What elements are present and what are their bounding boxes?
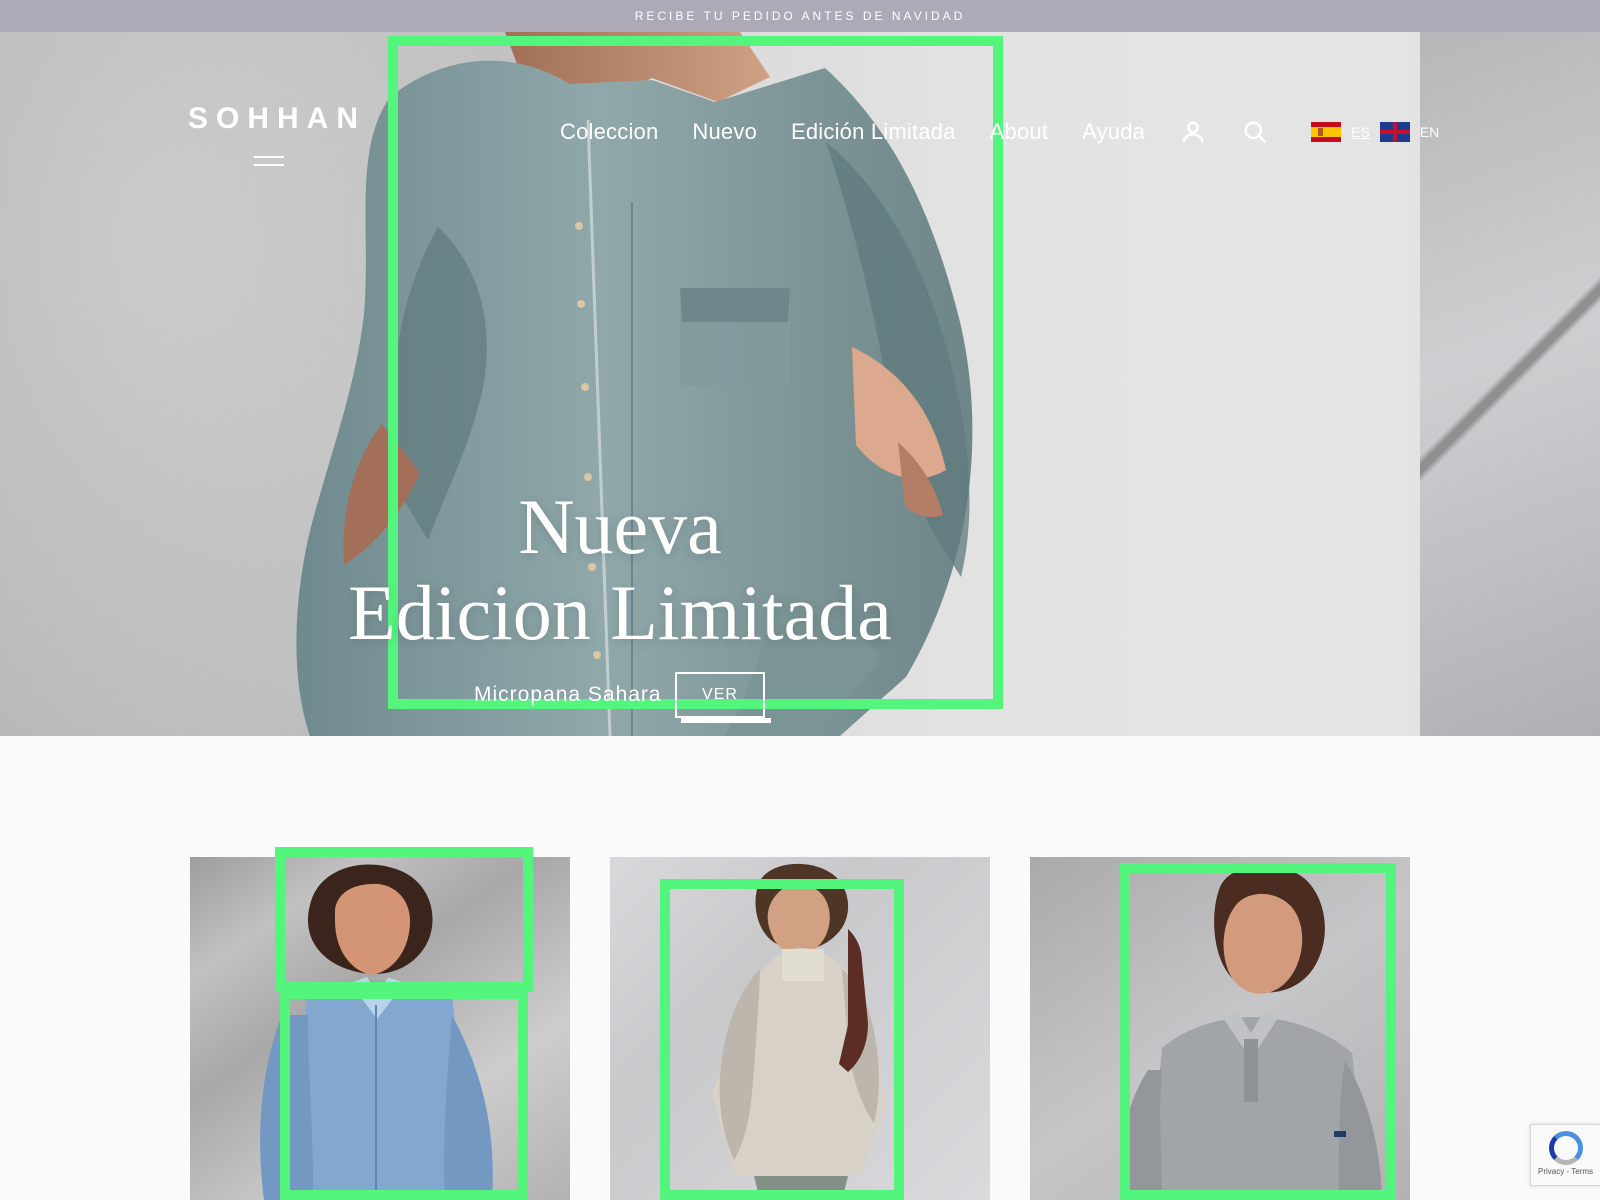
language-es-link[interactable]: ES — [1351, 124, 1370, 140]
hero-banner: SOHHAN Coleccion Nuevo Edición Limitada … — [0, 32, 1600, 736]
product-card-blue-shirt[interactable] — [190, 857, 570, 1200]
grey-polo-model-image — [1120, 865, 1382, 1200]
product-grid — [190, 847, 1411, 1200]
language-selector: ES EN — [1311, 122, 1439, 142]
nav-link-coleccion[interactable]: Coleccion — [560, 119, 658, 145]
blue-shirt-model-image — [260, 864, 493, 1200]
spain-flag-icon[interactable] — [1311, 122, 1342, 142]
product-card-beige-knit[interactable] — [610, 857, 990, 1200]
nav-link-about[interactable]: About — [990, 119, 1049, 145]
site-logo[interactable]: SOHHAN — [188, 102, 358, 136]
menu-icon-line — [254, 156, 284, 158]
nav-link-edicion-limitada[interactable]: Edición Limitada — [791, 119, 956, 145]
main-navigation: Coleccion Nuevo Edición Limitada About A… — [560, 118, 1439, 146]
announcement-bar: RECIBE TU PEDIDO ANTES DE NAVIDAD — [0, 0, 1600, 32]
hero-cta-button[interactable]: VER — [675, 672, 771, 723]
menu-icon-line — [254, 164, 284, 166]
menu-icon[interactable] — [254, 152, 284, 172]
search-icon[interactable] — [1241, 118, 1269, 146]
recaptcha-badge[interactable]: Privacy - Terms — [1530, 1124, 1600, 1186]
hero-title-line-2: Edicion Limitada — [348, 569, 892, 656]
beige-knit-model-image — [712, 863, 885, 1200]
hero-background-right-photo — [1420, 32, 1600, 736]
recaptcha-icon — [1548, 1131, 1583, 1165]
hero-title: Nueva Edicion Limitada — [300, 484, 940, 656]
hero-subtitle: Micropana Sahara — [474, 683, 662, 706]
hero-title-line-1: Nueva — [518, 483, 722, 570]
language-en-link[interactable]: EN — [1420, 124, 1439, 140]
product-card-grey-polo[interactable] — [1030, 857, 1410, 1200]
user-icon[interactable] — [1179, 118, 1207, 146]
nav-link-ayuda[interactable]: Ayuda — [1082, 119, 1145, 145]
nav-link-nuevo[interactable]: Nuevo — [692, 119, 757, 145]
recaptcha-terms[interactable]: Privacy - Terms — [1531, 1167, 1600, 1176]
uk-flag-icon[interactable] — [1379, 122, 1410, 142]
announcement-text: RECIBE TU PEDIDO ANTES DE NAVIDAD — [634, 9, 966, 23]
